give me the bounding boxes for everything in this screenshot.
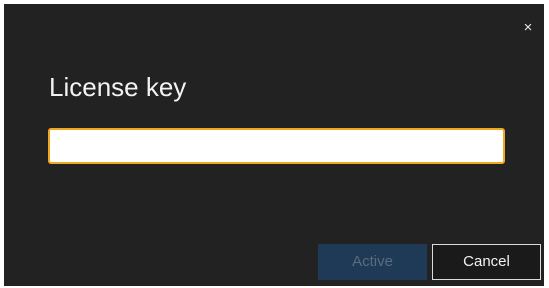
cancel-button[interactable]: Cancel xyxy=(432,244,541,280)
close-icon[interactable]: × xyxy=(521,20,535,35)
license-dialog: × License key Active Cancel xyxy=(4,4,544,286)
active-button[interactable]: Active xyxy=(318,244,427,280)
license-key-input[interactable] xyxy=(48,128,505,164)
dialog-title: License key xyxy=(49,72,187,102)
